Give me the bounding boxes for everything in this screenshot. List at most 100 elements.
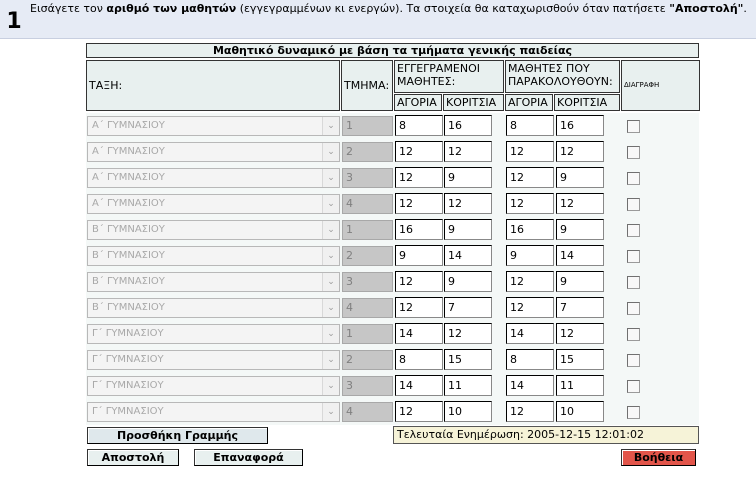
class-select[interactable]: Β΄ ΓΥΜΝΑΣΙΟΥ ⌄ xyxy=(87,246,340,266)
attending-girls-input[interactable]: 9 xyxy=(556,167,604,188)
enrolled-girls-input[interactable]: 9 xyxy=(444,167,492,188)
attending-girls-input[interactable]: 7 xyxy=(556,297,604,318)
attending-girls-input[interactable]: 15 xyxy=(556,349,604,370)
enrolled-girls-input[interactable]: 12 xyxy=(444,193,492,214)
enrolled-boys-input[interactable]: 12 xyxy=(395,297,443,318)
delete-checkbox[interactable] xyxy=(627,276,640,289)
send-button[interactable]: Αποστολή xyxy=(87,449,179,466)
enrolled-girls-input[interactable]: 14 xyxy=(444,245,492,266)
attending-girls-input[interactable]: 10 xyxy=(556,401,604,422)
attending-boys-input[interactable]: 9 xyxy=(506,245,554,266)
attending-boys-input[interactable]: 16 xyxy=(506,219,554,240)
enrolled-girls-input[interactable]: 9 xyxy=(444,219,492,240)
delete-checkbox[interactable] xyxy=(627,120,640,133)
attending-girls-input[interactable]: 16 xyxy=(556,115,604,136)
attending-girls-input[interactable]: 11 xyxy=(556,375,604,396)
enrolled-boys-input[interactable]: 14 xyxy=(395,375,443,396)
add-row-button[interactable]: Προσθήκη Γραμμής xyxy=(87,427,268,444)
class-select[interactable]: Α΄ ΓΥΜΝΑΣΙΟΥ ⌄ xyxy=(87,116,340,136)
attending-girls-input[interactable]: 9 xyxy=(556,271,604,292)
attending-boys-input[interactable]: 12 xyxy=(506,297,554,318)
attending-boys-input[interactable]: 12 xyxy=(506,401,554,422)
class-select[interactable]: Γ΄ ΓΥΜΝΑΣΙΟΥ ⌄ xyxy=(87,376,340,396)
attending-boys-input[interactable]: 12 xyxy=(506,141,554,162)
section-field[interactable]: 3 xyxy=(342,272,393,292)
section-field[interactable]: 2 xyxy=(342,142,393,162)
class-select[interactable]: Α΄ ΓΥΜΝΑΣΙΟΥ ⌄ xyxy=(87,142,340,162)
section-field[interactable]: 2 xyxy=(342,350,393,370)
enrolled-boys-input[interactable]: 12 xyxy=(395,141,443,162)
enrolled-girls-input[interactable]: 11 xyxy=(444,375,492,396)
chevron-down-icon[interactable]: ⌄ xyxy=(322,273,339,291)
delete-checkbox[interactable] xyxy=(627,406,640,419)
section-field[interactable]: 3 xyxy=(342,376,393,396)
attending-boys-input[interactable]: 12 xyxy=(506,167,554,188)
section-field[interactable]: 4 xyxy=(342,298,393,318)
class-select[interactable]: Γ΄ ΓΥΜΝΑΣΙΟΥ ⌄ xyxy=(87,324,340,344)
help-button[interactable]: Βοήθεια xyxy=(621,449,696,466)
class-select[interactable]: Β΄ ΓΥΜΝΑΣΙΟΥ ⌄ xyxy=(87,272,340,292)
chevron-down-icon[interactable]: ⌄ xyxy=(322,143,339,161)
enrolled-girls-input[interactable]: 12 xyxy=(444,141,492,162)
enrolled-boys-input[interactable]: 16 xyxy=(395,219,443,240)
chevron-down-icon[interactable]: ⌄ xyxy=(322,247,339,265)
section-field[interactable]: 1 xyxy=(342,116,393,136)
enrolled-girls-input[interactable]: 16 xyxy=(444,115,492,136)
enrolled-boys-input[interactable]: 14 xyxy=(395,323,443,344)
enrolled-boys-input[interactable]: 12 xyxy=(395,167,443,188)
attending-girls-input[interactable]: 12 xyxy=(556,141,604,162)
section-field[interactable]: 3 xyxy=(342,168,393,188)
attending-boys-input[interactable]: 14 xyxy=(506,323,554,344)
enrolled-boys-input[interactable]: 8 xyxy=(395,349,443,370)
class-select[interactable]: Γ΄ ΓΥΜΝΑΣΙΟΥ ⌄ xyxy=(87,402,340,422)
delete-checkbox[interactable] xyxy=(627,198,640,211)
chevron-down-icon[interactable]: ⌄ xyxy=(322,377,339,395)
enrolled-girls-input[interactable]: 9 xyxy=(444,271,492,292)
section-field[interactable]: 1 xyxy=(342,220,393,240)
attending-boys-input[interactable]: 14 xyxy=(506,375,554,396)
chevron-down-icon[interactable]: ⌄ xyxy=(322,169,339,187)
enrolled-boys-input[interactable]: 9 xyxy=(395,245,443,266)
attending-girls-input[interactable]: 14 xyxy=(556,245,604,266)
attending-girls-input[interactable]: 12 xyxy=(556,193,604,214)
chevron-down-icon[interactable]: ⌄ xyxy=(322,351,339,369)
attending-boys-input[interactable]: 8 xyxy=(506,349,554,370)
class-select[interactable]: Β΄ ΓΥΜΝΑΣΙΟΥ ⌄ xyxy=(87,298,340,318)
class-select[interactable]: Β΄ ΓΥΜΝΑΣΙΟΥ ⌄ xyxy=(87,220,340,240)
delete-checkbox[interactable] xyxy=(627,172,640,185)
class-select[interactable]: Α΄ ΓΥΜΝΑΣΙΟΥ ⌄ xyxy=(87,194,340,214)
enrolled-boys-input[interactable]: 12 xyxy=(395,193,443,214)
delete-checkbox[interactable] xyxy=(627,224,640,237)
delete-checkbox[interactable] xyxy=(627,146,640,159)
enrolled-girls-input[interactable]: 10 xyxy=(444,401,492,422)
attending-boys-input[interactable]: 12 xyxy=(506,193,554,214)
enrolled-boys-input[interactable]: 12 xyxy=(395,271,443,292)
attending-girls-input[interactable]: 9 xyxy=(556,219,604,240)
section-field[interactable]: 2 xyxy=(342,246,393,266)
attending-boys-input[interactable]: 12 xyxy=(506,271,554,292)
chevron-down-icon[interactable]: ⌄ xyxy=(322,117,339,135)
class-select[interactable]: Α΄ ΓΥΜΝΑΣΙΟΥ ⌄ xyxy=(87,168,340,188)
chevron-down-icon[interactable]: ⌄ xyxy=(322,195,339,213)
attending-girls-input[interactable]: 12 xyxy=(556,323,604,344)
enrolled-girls-input[interactable]: 12 xyxy=(444,323,492,344)
enrolled-girls-input[interactable]: 7 xyxy=(444,297,492,318)
section-field[interactable]: 1 xyxy=(342,324,393,344)
reset-button[interactable]: Επαναφορά xyxy=(194,449,303,466)
enrolled-boys-input[interactable]: 12 xyxy=(395,401,443,422)
delete-checkbox[interactable] xyxy=(627,250,640,263)
chevron-down-icon[interactable]: ⌄ xyxy=(322,299,339,317)
chevron-down-icon[interactable]: ⌄ xyxy=(322,221,339,239)
delete-checkbox[interactable] xyxy=(627,328,640,341)
chevron-down-icon[interactable]: ⌄ xyxy=(322,325,339,343)
attending-boys-input[interactable]: 8 xyxy=(506,115,554,136)
enrolled-boys-input[interactable]: 8 xyxy=(395,115,443,136)
delete-checkbox[interactable] xyxy=(627,354,640,367)
section-field[interactable]: 4 xyxy=(342,402,393,422)
section-field[interactable]: 4 xyxy=(342,194,393,214)
chevron-down-icon[interactable]: ⌄ xyxy=(322,403,339,421)
delete-checkbox[interactable] xyxy=(627,380,640,393)
class-select[interactable]: Γ΄ ΓΥΜΝΑΣΙΟΥ ⌄ xyxy=(87,350,340,370)
delete-checkbox[interactable] xyxy=(627,302,640,315)
enrolled-girls-input[interactable]: 15 xyxy=(444,349,492,370)
